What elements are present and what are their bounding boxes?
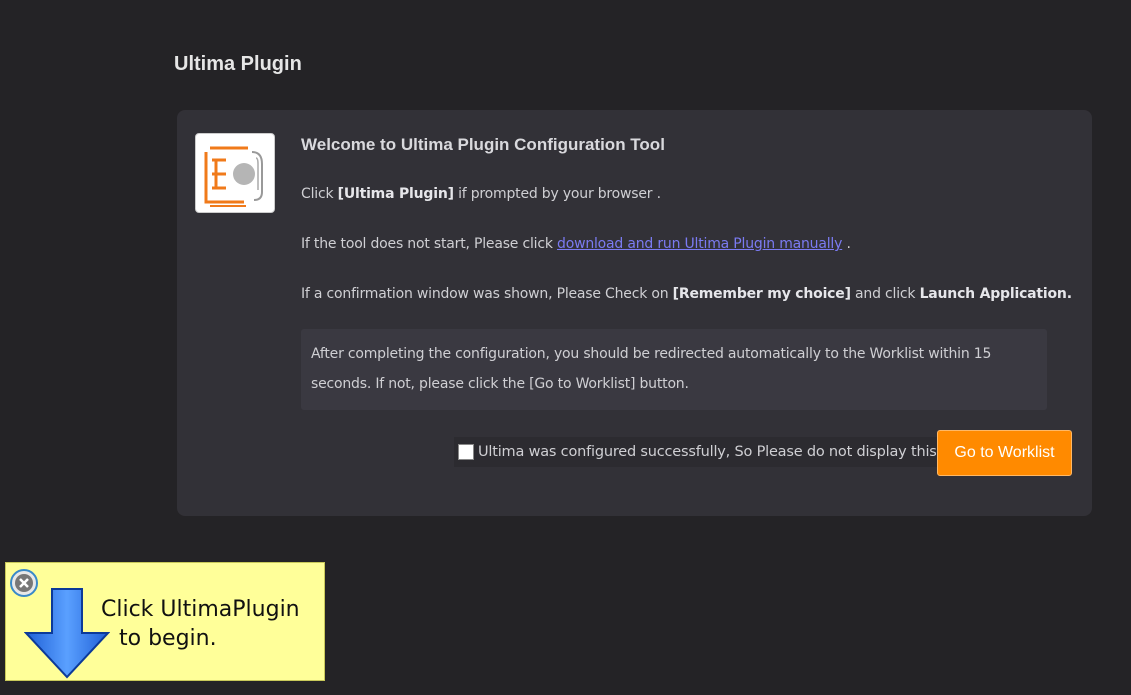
popup-line-2: to begin. — [119, 626, 217, 651]
arrow-down-icon — [23, 585, 111, 684]
instruction-line-2: If the tool does not start, Please click… — [301, 236, 851, 252]
popup-line-1: Click UltimaPlugin — [101, 597, 300, 622]
go-to-worklist-button[interactable]: Go to Worklist — [937, 430, 1072, 476]
instruction-line-3: If a confirmation window was shown, Plea… — [301, 286, 1072, 302]
redirect-notice: After completing the configuration, you … — [301, 329, 1047, 410]
config-card: Welcome to Ultima Plugin Configuration T… — [177, 110, 1092, 516]
instruction-line-1: Click [Ultima Plugin] if prompted by you… — [301, 186, 661, 202]
ultima-plugin-logo-icon — [195, 133, 275, 213]
line3-text: If a confirmation window was shown, Plea… — [301, 286, 673, 302]
line1-post: if prompted by your browser . — [453, 186, 661, 202]
line3-mid: and click — [850, 286, 920, 302]
popup-message: Click UltimaPlugin to begin. — [101, 595, 300, 653]
close-icon[interactable] — [9, 568, 39, 598]
line1-text: Click — [301, 186, 338, 202]
plugin-hint-popup: Click UltimaPlugin to begin. — [5, 562, 325, 681]
dont-show-again-checkbox[interactable] — [458, 444, 474, 460]
line1-bold: [Ultima Plugin] — [337, 186, 454, 202]
line3-bold2: Launch Application. — [919, 286, 1072, 302]
welcome-heading: Welcome to Ultima Plugin Configuration T… — [301, 135, 665, 154]
page-title: Ultima Plugin — [174, 53, 302, 75]
download-manual-link[interactable]: download and run Ultima Plugin manually — [557, 236, 842, 252]
line3-bold1: [Remember my choice] — [672, 286, 851, 302]
line2-text: If the tool does not start, Please click — [301, 236, 558, 252]
line2-post: . — [842, 236, 851, 252]
